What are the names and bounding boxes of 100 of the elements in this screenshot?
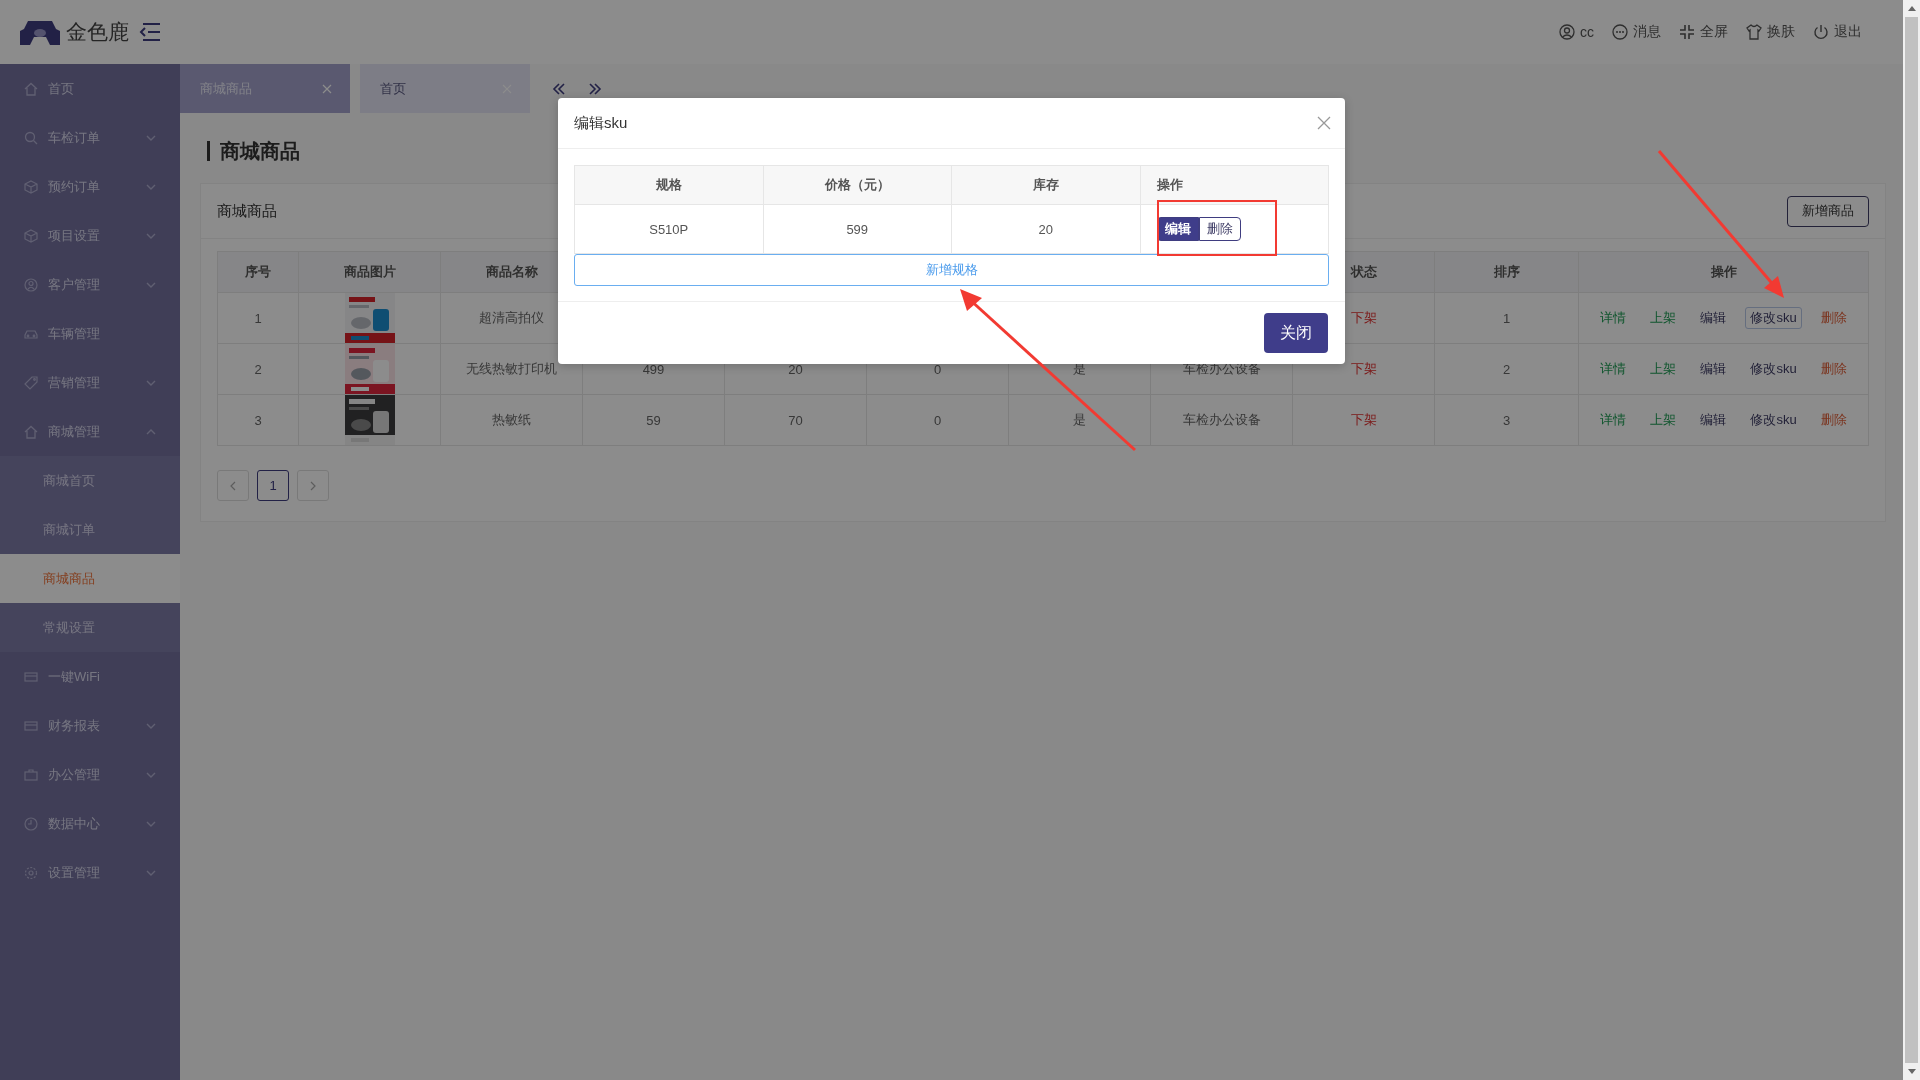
- submenu-item[interactable]: 商城商品: [0, 554, 180, 603]
- user-icon[interactable]: [1559, 24, 1575, 40]
- action-link[interactable]: 修改sku: [1745, 409, 1802, 431]
- chevron-up-icon: [146, 428, 156, 435]
- power-icon[interactable]: [1813, 24, 1829, 40]
- column-header: 商品图片: [343, 263, 396, 281]
- table-cell: 20: [788, 361, 803, 377]
- clock-icon: [24, 816, 38, 831]
- column-header: 规格: [655, 176, 682, 194]
- action-link[interactable]: 详情: [1595, 307, 1632, 329]
- column-header: 状态: [1350, 263, 1377, 281]
- action-link[interactable]: 详情: [1595, 409, 1632, 431]
- edit-button[interactable]: 编辑: [1156, 217, 1199, 241]
- table-cell: 超清高拍仪: [479, 309, 544, 327]
- shirt-icon[interactable]: [1746, 24, 1762, 40]
- action-link[interactable]: 编辑: [1695, 409, 1732, 431]
- card-icon: [24, 669, 38, 684]
- column-header: 操作: [1156, 176, 1183, 194]
- table-cell: 无线热敏打印机: [466, 360, 557, 378]
- table-cell: 1: [1502, 310, 1511, 326]
- add-spec-button[interactable]: 新增规格: [574, 254, 1329, 286]
- table-cell: 2: [254, 361, 262, 377]
- table-cell: 热敏纸: [492, 411, 531, 429]
- action-link[interactable]: 上架: [1645, 307, 1682, 329]
- scroll-down-icon[interactable]: [1907, 1069, 1916, 1074]
- table-cell: 599: [846, 221, 869, 237]
- column-header: 库存: [1032, 176, 1059, 194]
- table-cell: 70: [788, 412, 803, 428]
- action-link[interactable]: 删除: [1815, 307, 1852, 329]
- double-chevron-right-icon[interactable]: [588, 82, 602, 95]
- table-cell: 3: [254, 412, 262, 428]
- table-cell: 车检办公设备: [1182, 411, 1261, 429]
- action-link[interactable]: 删除: [1815, 409, 1852, 431]
- cube-icon: [24, 179, 38, 194]
- chevron-down-icon: [146, 771, 156, 778]
- chevron-down-icon: [146, 134, 156, 141]
- header-link[interactable]: cc: [1580, 24, 1594, 40]
- table-cell: 3: [1502, 412, 1511, 428]
- logo-icon: [20, 19, 60, 45]
- column-header: 排序: [1493, 263, 1520, 281]
- gear-icon: [24, 865, 38, 880]
- action-link[interactable]: 编辑: [1695, 358, 1732, 380]
- chevron-down-icon: [146, 722, 156, 729]
- search-icon: [24, 130, 38, 145]
- table-cell: 59: [646, 412, 661, 428]
- table-cell: 0: [933, 361, 942, 377]
- close-button[interactable]: 关闭: [1264, 313, 1328, 353]
- chevron-down-icon: [146, 281, 156, 288]
- status-text: 下架: [1350, 360, 1377, 378]
- user-icon: [24, 277, 38, 292]
- action-link[interactable]: 修改sku: [1745, 358, 1802, 380]
- cube-icon: [24, 228, 38, 243]
- status-text: 下架: [1350, 309, 1377, 327]
- add-product-button[interactable]: 新增商品: [1787, 195, 1869, 227]
- dialog-title: 编辑sku: [574, 113, 628, 133]
- table-cell: S510P: [649, 221, 689, 237]
- delete-button[interactable]: 删除: [1198, 217, 1241, 241]
- card-title: 商城商品: [217, 201, 277, 221]
- home-icon: [24, 81, 38, 96]
- chevron-down-icon: [146, 183, 156, 190]
- page-button[interactable]: 1: [257, 470, 289, 501]
- action-link[interactable]: 删除: [1815, 358, 1852, 380]
- action-link[interactable]: 上架: [1645, 358, 1682, 380]
- message-icon[interactable]: [1612, 24, 1628, 40]
- table-cell: 2: [1502, 361, 1511, 377]
- briefcase-icon: [24, 767, 38, 782]
- table-cell: 499: [642, 361, 665, 377]
- header-link[interactable]: 消息: [1633, 23, 1661, 41]
- header-link[interactable]: 全屏: [1700, 23, 1728, 41]
- card-icon: [24, 718, 38, 733]
- column-header: 序号: [245, 263, 271, 281]
- action-link[interactable]: 上架: [1645, 409, 1682, 431]
- scroll-up-icon[interactable]: [1907, 6, 1916, 11]
- chevron-down-icon: [146, 869, 156, 876]
- column-header: 价格（元）: [824, 176, 890, 194]
- close-icon[interactable]: [1317, 116, 1331, 130]
- tab[interactable]: 首页: [360, 64, 530, 113]
- table-cell: 是: [1073, 411, 1086, 429]
- tag-icon: [24, 375, 38, 390]
- header-link[interactable]: 换肤: [1767, 23, 1795, 41]
- scrollbar[interactable]: [1903, 0, 1920, 1080]
- action-link[interactable]: 详情: [1595, 358, 1632, 380]
- chevron-right-icon: [310, 480, 316, 491]
- home-icon: [24, 424, 38, 439]
- column-header: 操作: [1710, 263, 1737, 281]
- brand-name: 金色鹿: [66, 19, 129, 45]
- menu-fold-icon[interactable]: [139, 23, 161, 41]
- action-link[interactable]: 编辑: [1695, 307, 1732, 329]
- double-chevron-left-icon[interactable]: [552, 82, 566, 95]
- status-text: 下架: [1350, 411, 1377, 429]
- chevron-left-icon: [230, 480, 236, 491]
- chevron-down-icon: [146, 820, 156, 827]
- action-link[interactable]: 修改sku: [1745, 307, 1802, 329]
- table-cell: 20: [1038, 221, 1053, 237]
- fullscreen-icon[interactable]: [1679, 24, 1695, 40]
- header-link[interactable]: 退出: [1834, 23, 1862, 41]
- table-cell: 1: [254, 310, 262, 326]
- column-header: 商品名称: [485, 263, 538, 281]
- chevron-down-icon: [146, 379, 156, 386]
- table-cell: 0: [933, 412, 942, 428]
